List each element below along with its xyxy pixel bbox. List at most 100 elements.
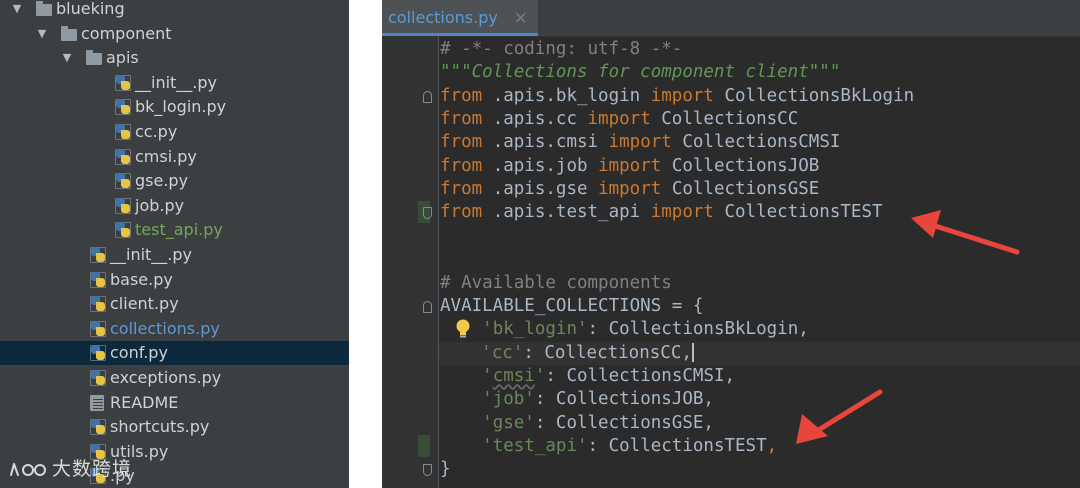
code-token: CollectionsJOB (661, 155, 820, 176)
lightbulb-icon[interactable] (454, 318, 472, 340)
tree-item[interactable]: test_api.py (0, 218, 349, 242)
code-token: ' (534, 365, 546, 386)
red-arrow-annotation (911, 210, 1020, 255)
code-line[interactable]: # Available components (440, 272, 672, 295)
code-line[interactable]: """Collections for component client""" (440, 61, 840, 84)
tree-item[interactable]: base.py (0, 268, 349, 292)
tree-item-label: base.py (110, 269, 173, 289)
code-line[interactable]: from .apis.cmsi import CollectionsCMSI (440, 131, 840, 154)
code-editor[interactable]: collections.py × # -*- coding: utf-8 -*-… (382, 0, 1080, 488)
code-line[interactable]: 'cmsi': CollectionsCMSI, (440, 365, 735, 388)
fold-marker-icon[interactable] (423, 207, 432, 220)
code-line[interactable]: 'test_api': CollectionsTEST, (440, 435, 777, 458)
code-token: : CollectionsCC, (523, 342, 692, 363)
code-line[interactable]: 'cc': CollectionsCC, (439, 341, 1080, 365)
code-token: import (587, 109, 651, 130)
tree-item-label: job.py (135, 195, 185, 215)
watermark: 大数跨境 (8, 456, 132, 482)
tree-item[interactable]: cc.py (0, 120, 349, 144)
python-file-icon (115, 124, 131, 140)
code-line[interactable]: 'job': CollectionsJOB, (440, 388, 714, 411)
code-line[interactable]: } (440, 458, 451, 481)
code-token: from (440, 155, 483, 176)
code-token: # Available components (440, 272, 672, 293)
tree-item-label: exceptions.py (110, 368, 222, 387)
code-line[interactable]: 'bk_login': CollectionsBkLogin, (440, 318, 809, 341)
folder-icon (36, 1, 52, 16)
code-line[interactable]: # -*- coding: utf-8 -*- (440, 38, 682, 61)
tree-item[interactable]: ▼ apis (0, 46, 349, 70)
code-token: : CollectionsJOB, (534, 389, 714, 410)
code-token: from (440, 179, 483, 200)
change-marker (418, 434, 430, 457)
python-file-icon (90, 345, 106, 362)
tree-item[interactable]: README (0, 391, 349, 415)
tree-item-label: apis (106, 48, 139, 68)
tree-item-label: collections.py (110, 318, 220, 338)
tree-item[interactable]: job.py (0, 194, 349, 218)
chevron-down-icon[interactable]: ▼ (60, 46, 74, 70)
code-token: ' (482, 365, 493, 386)
tree-item[interactable]: ▼ component (0, 22, 349, 46)
watermark-text: 大数跨境 (52, 458, 133, 480)
code-token: import (650, 85, 714, 106)
tree-item[interactable]: __init__.py (0, 243, 349, 267)
code-token: : CollectionsCMSI, (545, 365, 736, 386)
tree-item-label: blueking (56, 0, 125, 18)
tree-item[interactable]: ▼ blueking (0, 0, 349, 21)
code-token: .apis.cc (482, 109, 588, 130)
tree-item-label: test_api.py (135, 220, 223, 240)
tree-item[interactable]: bk_login.py (0, 95, 349, 119)
code-line[interactable]: from .apis.job import CollectionsJOB (440, 155, 819, 178)
tree-item[interactable]: gse.py (0, 169, 349, 193)
tree-item[interactable]: conf.py (0, 341, 349, 366)
tree-item-label: __init__.py (110, 245, 193, 264)
tree-item-label: client.py (110, 294, 179, 314)
tree-item[interactable]: collections.py (0, 317, 349, 341)
code-token: from (440, 202, 483, 223)
project-tree: ▼ blueking ▼ component ▼ apis __init__.py bk_lo… (0, 0, 349, 488)
tree-item[interactable]: client.py (0, 292, 349, 316)
fold-marker-icon[interactable] (423, 90, 432, 103)
code-token: import (598, 179, 662, 200)
code-line[interactable]: AVAILABLE_COLLECTIONS = { (440, 295, 703, 318)
red-arrow-annotation (796, 389, 883, 444)
tree-item-label: component (81, 23, 172, 43)
tree-item[interactable]: cmsi.py (0, 145, 349, 169)
document-icon (90, 394, 104, 411)
chevron-down-icon[interactable]: ▼ (10, 0, 24, 21)
code-token: from (440, 109, 483, 130)
code-line[interactable]: from .apis.test_api import CollectionsTE… (440, 201, 883, 224)
close-icon[interactable]: × (514, 0, 528, 36)
folder-icon (86, 50, 102, 66)
code-token: import (650, 202, 714, 223)
code-line[interactable]: from .apis.gse import CollectionsGSE (440, 178, 819, 201)
code-token: .apis.job (482, 155, 599, 176)
tree-item-label: __init__.py (135, 72, 218, 92)
tree-item[interactable]: exceptions.py (0, 366, 349, 390)
code-token: from (440, 85, 483, 106)
tree-item[interactable]: shortcuts.py (0, 415, 349, 439)
fold-marker-icon[interactable] (423, 300, 432, 313)
code-token: AVAILABLE_COLLECTIONS = { (440, 295, 704, 316)
tree-item[interactable]: __init__.py (0, 71, 349, 95)
chevron-down-icon[interactable]: ▼ (35, 22, 49, 46)
fold-marker-icon[interactable] (423, 464, 432, 477)
code-token: } (440, 459, 451, 480)
code-token: import (598, 155, 662, 176)
code-token: .apis.cmsi (482, 132, 609, 153)
code-line[interactable]: from .apis.bk_login import CollectionsBk… (440, 85, 914, 108)
code-token: CollectionsTEST (713, 202, 883, 223)
folder-icon (61, 25, 77, 41)
code-token: # -*- coding: utf-8 -*- (440, 39, 683, 59)
python-file-icon (90, 320, 106, 337)
code-line[interactable]: from .apis.cc import CollectionsCC (440, 108, 798, 131)
code-token: : CollectionsTEST (587, 435, 767, 456)
code-token: 'bk_login' (482, 319, 588, 340)
code-line[interactable]: 'gse': CollectionsGSE, (440, 412, 714, 435)
tab-collections-py[interactable]: collections.py × (382, 0, 538, 36)
python-file-icon (115, 99, 131, 116)
